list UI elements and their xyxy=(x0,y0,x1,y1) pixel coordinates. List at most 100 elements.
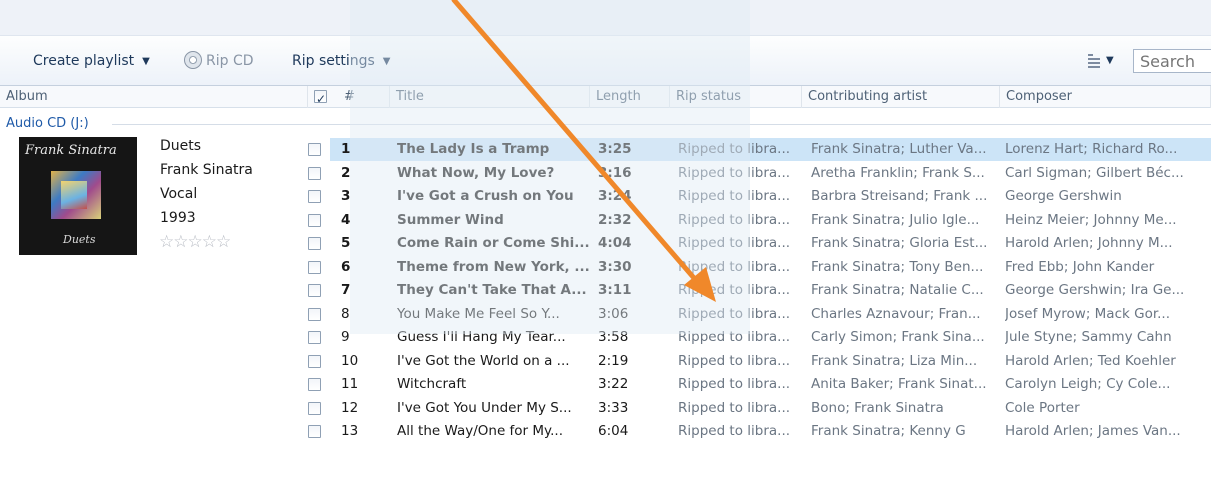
album-genre[interactable]: Vocal xyxy=(160,186,197,202)
list-options-chevron-icon[interactable]: ▼ xyxy=(1106,50,1114,72)
track-rip-status: Ripped to libra... xyxy=(678,376,791,392)
rip-settings-label: Rip settings xyxy=(292,53,375,69)
track-checkbox[interactable] xyxy=(308,378,321,391)
track-title: They Can't Take That A... xyxy=(397,282,587,298)
rating-stars[interactable]: ☆☆☆☆☆ xyxy=(159,232,231,252)
track-title: Theme from New York, ... xyxy=(397,258,590,275)
table-row[interactable]: 2 What Now, My Love? 3:16 Ripped to libra..… xyxy=(308,162,1211,185)
track-length: 3:25 xyxy=(598,141,632,157)
column-header-composer[interactable]: Composer xyxy=(1000,86,1211,108)
column-header-contributing-artist[interactable]: Contributing artist xyxy=(802,86,1000,108)
track-checkbox[interactable] xyxy=(308,213,321,227)
track-length: 3:33 xyxy=(598,399,629,416)
table-row[interactable]: 8 You Make Me Feel So Y... 3:06 Ripped to l… xyxy=(308,303,1211,326)
column-header-number[interactable]: # xyxy=(338,86,390,108)
track-composer: Carl Sigman; Gilbert Béc... xyxy=(1005,164,1184,181)
track-checkbox[interactable] xyxy=(308,284,321,297)
table-row[interactable]: 9 Guess I'll Hang My Tear... 3:58 Ripped to… xyxy=(308,326,1211,349)
table-row[interactable]: 5 Come Rain or Come Shi... 4:04 Ripped to l… xyxy=(308,232,1211,255)
track-title: I've Got the World on a ... xyxy=(397,352,570,369)
create-playlist-button[interactable]: Create playlist ▼ xyxy=(33,50,150,72)
track-title: Come Rain or Come Shi... xyxy=(397,235,590,251)
table-row[interactable]: 1 The Lady Is a Tramp 3:25 Ripped to libra.… xyxy=(308,138,1211,161)
top-bar xyxy=(0,0,1211,36)
track-number: 3 xyxy=(341,188,351,204)
track-length: 3:06 xyxy=(598,305,629,322)
table-row[interactable]: 7 They Can't Take That A... 3:11 Ripped to … xyxy=(308,279,1211,302)
track-number: 12 xyxy=(341,399,359,416)
track-length: 3:30 xyxy=(598,258,632,275)
track-composer: George Gershwin; Ira Ge... xyxy=(1005,282,1185,298)
track-title: The Lady Is a Tramp xyxy=(397,141,550,157)
chevron-down-icon[interactable]: ▼ xyxy=(383,51,391,73)
track-contributing-artist: Barbra Streisand; Frank ... xyxy=(811,188,988,204)
album-year[interactable]: 1993 xyxy=(160,210,196,226)
track-number: 9 xyxy=(341,329,350,345)
track-number: 13 xyxy=(341,423,359,439)
track-checkbox[interactable] xyxy=(308,166,321,180)
track-title: Summer Wind xyxy=(397,211,504,228)
rip-cd-label: Rip CD xyxy=(206,53,254,69)
select-all-checkbox[interactable] xyxy=(314,88,327,108)
track-length: 3:58 xyxy=(598,329,629,345)
table-row[interactable]: 3 I've Got a Crush on You 3:24 Ripped to li… xyxy=(308,185,1211,208)
track-composer: Harold Arlen; Johnny M... xyxy=(1005,235,1173,251)
track-rip-status: Ripped to libra... xyxy=(678,235,791,251)
track-contributing-artist: Frank Sinatra; Luther Va... xyxy=(811,141,987,157)
track-rip-status: Ripped to libra... xyxy=(678,305,791,322)
list-options-icon[interactable] xyxy=(1086,52,1102,68)
track-composer: Harold Arlen; Ted Koehler xyxy=(1005,352,1176,369)
track-composer: Jule Styne; Sammy Cahn xyxy=(1005,329,1172,345)
chevron-down-icon[interactable]: ▼ xyxy=(142,51,150,73)
rip-cd-button[interactable]: Rip CD xyxy=(184,50,254,72)
track-checkbox[interactable] xyxy=(308,401,321,415)
album-title[interactable]: Duets xyxy=(160,138,201,154)
rip-settings-button[interactable]: Rip settings ▼ xyxy=(292,50,391,72)
track-rip-status: Ripped to libra... xyxy=(678,282,791,298)
track-length: 2:32 xyxy=(598,211,632,228)
table-row[interactable]: 4 Summer Wind 2:32 Ripped to libra... Frank … xyxy=(308,209,1211,232)
album-cover[interactable]: Frank Sinatra Duets xyxy=(19,137,137,255)
track-contributing-artist: Frank Sinatra; Julio Igle... xyxy=(811,211,980,228)
table-row[interactable]: 6 Theme from New York, ... 3:30 Ripped to l… xyxy=(308,256,1211,279)
track-checkbox[interactable] xyxy=(308,260,321,274)
track-composer: Heinz Meier; Johnny Me... xyxy=(1005,211,1177,228)
track-length: 2:19 xyxy=(598,352,629,369)
track-number: 2 xyxy=(341,164,351,181)
track-rip-status: Ripped to libra... xyxy=(678,399,791,416)
track-composer: Josef Myrow; Mack Gor... xyxy=(1005,305,1171,322)
track-checkbox[interactable] xyxy=(308,307,321,321)
column-header-album[interactable]: Album xyxy=(0,86,308,108)
column-header-checkbox[interactable] xyxy=(308,86,338,108)
table-row[interactable]: 12 I've Got You Under My S... 3:33 Ripped t… xyxy=(308,397,1211,420)
track-composer: Lorenz Hart; Richard Ro... xyxy=(1005,141,1178,157)
track-title: What Now, My Love? xyxy=(397,164,555,181)
column-header-length[interactable]: Length xyxy=(590,86,670,108)
track-checkbox[interactable] xyxy=(308,143,321,156)
track-checkbox[interactable] xyxy=(308,237,321,250)
table-row[interactable]: 10 I've Got the World on a ... 2:19 Ripped … xyxy=(308,350,1211,373)
table-row[interactable]: 13 All the Way/One for My... 6:04 Ripped to… xyxy=(308,420,1211,443)
track-composer: Fred Ebb; John Kander xyxy=(1005,258,1155,275)
track-contributing-artist: Frank Sinatra; Kenny G xyxy=(811,423,966,439)
table-row[interactable]: 11 Witchcraft 3:22 Ripped to libra... Anita … xyxy=(308,373,1211,396)
track-number: 5 xyxy=(341,235,351,251)
track-checkbox[interactable] xyxy=(308,190,321,203)
cover-signature: Frank Sinatra xyxy=(25,143,117,158)
create-playlist-label: Create playlist xyxy=(33,53,135,69)
track-title: Witchcraft xyxy=(397,376,467,392)
track-contributing-artist: Bono; Frank Sinatra xyxy=(811,399,944,416)
track-checkbox[interactable] xyxy=(308,331,321,344)
column-header-rip-status[interactable]: Rip status xyxy=(670,86,802,108)
track-contributing-artist: Carly Simon; Frank Sina... xyxy=(811,329,985,345)
track-checkbox[interactable] xyxy=(308,425,321,438)
album-artist[interactable]: Frank Sinatra xyxy=(160,162,253,178)
track-checkbox[interactable] xyxy=(308,354,321,368)
track-title: I've Got a Crush on You xyxy=(397,188,574,204)
track-number: 7 xyxy=(341,282,351,298)
track-length: 4:04 xyxy=(598,235,632,251)
column-header-title[interactable]: Title xyxy=(390,86,590,108)
search-input[interactable] xyxy=(1133,49,1211,73)
track-rip-status: Ripped to libra... xyxy=(678,352,791,369)
group-header-label[interactable]: Audio CD (J:) xyxy=(6,116,89,131)
